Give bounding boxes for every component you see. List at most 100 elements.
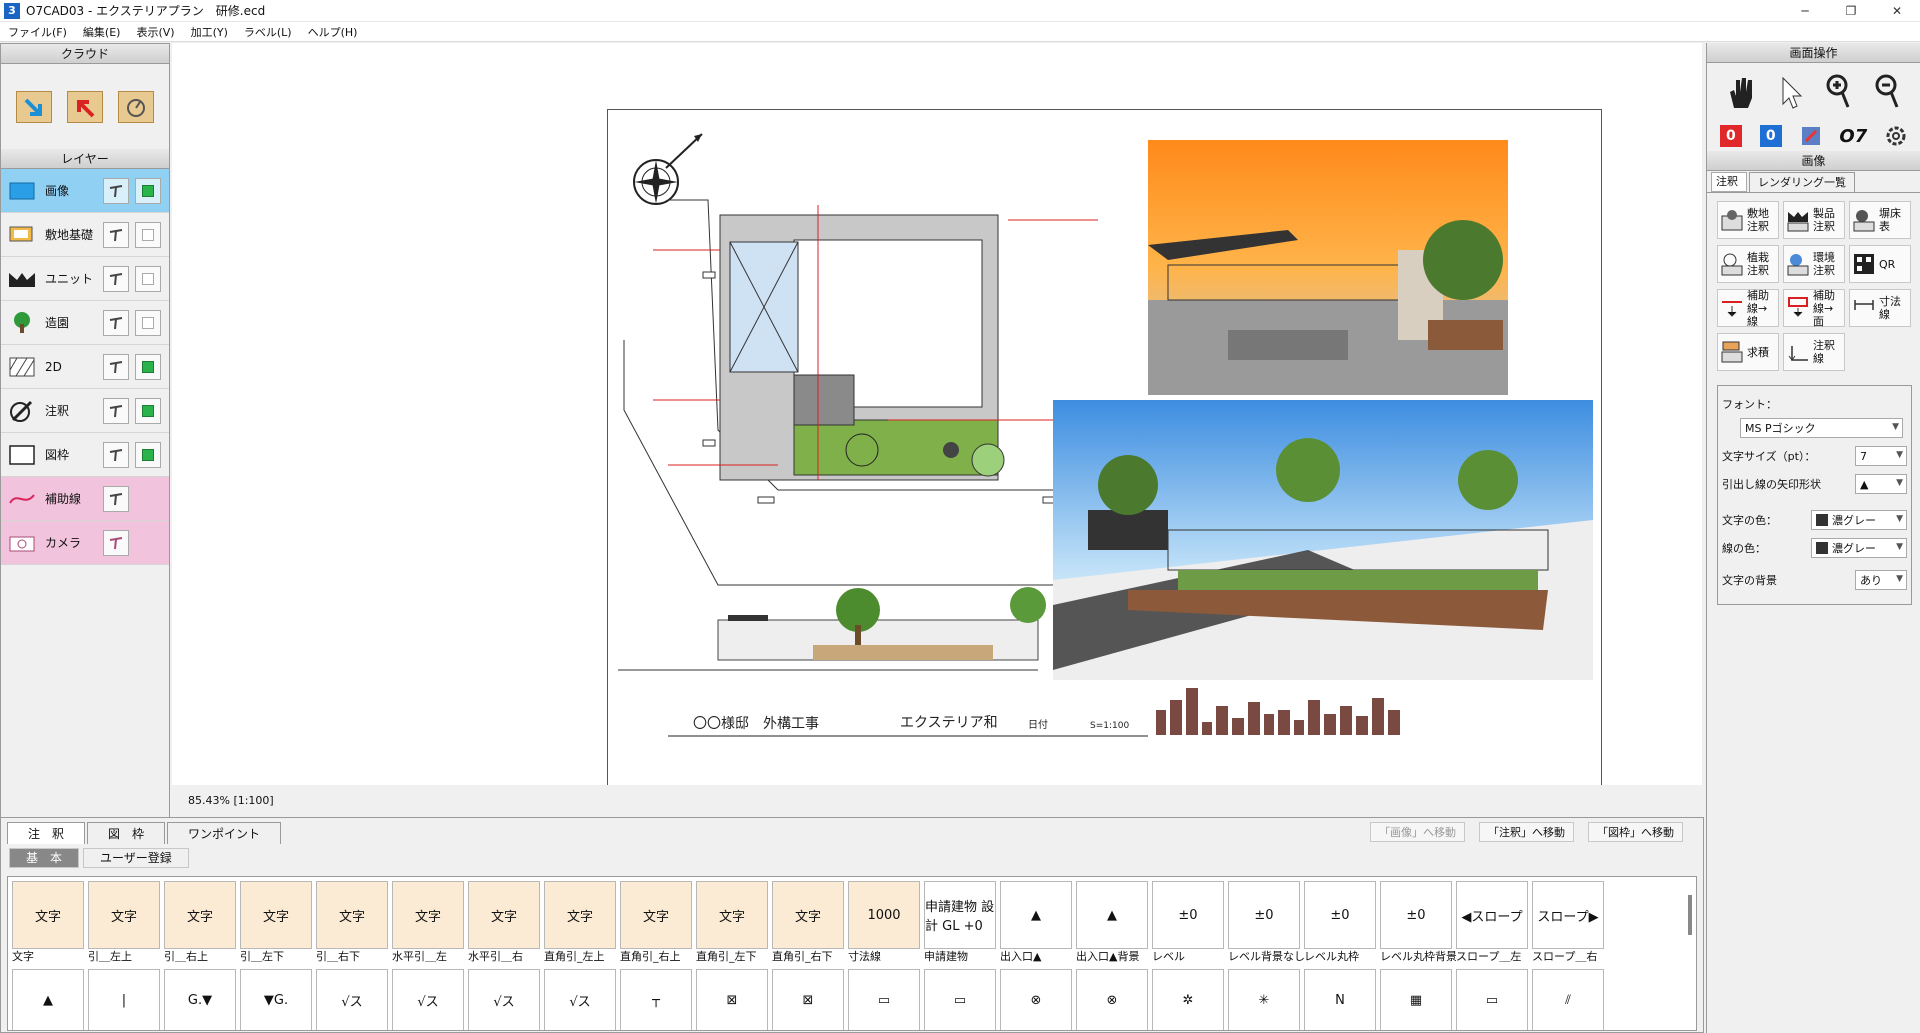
- symbol-item[interactable]: ✳: [1228, 969, 1304, 1030]
- area-calc-button[interactable]: 求積: [1717, 333, 1779, 371]
- symbol-item[interactable]: 文字 直角引_左上: [544, 881, 620, 965]
- qr-button[interactable]: QR: [1849, 245, 1911, 283]
- tab-frame[interactable]: 図 枠: [87, 822, 166, 844]
- move-to-image-button[interactable]: 「画像」へ移動: [1370, 822, 1465, 842]
- menu-view[interactable]: 表示(V): [128, 24, 182, 40]
- symbol-item[interactable]: 文字 直角引_左下: [696, 881, 772, 965]
- font-size-select[interactable]: 7 ▼: [1855, 446, 1907, 466]
- close-button[interactable]: ✕: [1874, 0, 1920, 22]
- environment-annotation-button[interactable]: 環境注釈: [1783, 245, 1845, 283]
- drawing-canvas[interactable]: 〇〇様邸 外構工事 エクステリア和 日付 S=1:100: [172, 43, 1702, 804]
- dimension-line-button[interactable]: 寸法線: [1849, 289, 1911, 327]
- text-bg-select[interactable]: あり ▼: [1855, 570, 1907, 590]
- blue-counter-badge[interactable]: 0: [1759, 125, 1782, 147]
- line-color-select[interactable]: 濃グレー ▼: [1811, 538, 1907, 558]
- layer-lock-button[interactable]: [103, 221, 129, 248]
- layer-guide-line[interactable]: 補助線: [1, 477, 169, 521]
- layer-visible-button[interactable]: [135, 221, 161, 248]
- symbol-item[interactable]: ±0 レベル: [1152, 881, 1228, 965]
- o7-logo[interactable]: O7: [1839, 126, 1867, 147]
- layer-lock-button[interactable]: [103, 309, 129, 336]
- symbol-item[interactable]: ▦: [1380, 969, 1456, 1030]
- settings-gear-icon[interactable]: [1885, 125, 1907, 147]
- plant-annotation-button[interactable]: 植栽注釈: [1717, 245, 1779, 283]
- symbol-item[interactable]: ⊗: [1000, 969, 1076, 1030]
- symbol-item[interactable]: ⊗: [1076, 969, 1152, 1030]
- hand-pan-icon[interactable]: [1726, 74, 1756, 110]
- symbol-item[interactable]: √ス: [544, 969, 620, 1030]
- layer-lock-button[interactable]: [103, 485, 129, 512]
- layer-visible-button[interactable]: [135, 177, 161, 204]
- arrow-shape-select[interactable]: ▲ ▼: [1855, 474, 1907, 494]
- scrollbar[interactable]: [1688, 895, 1692, 935]
- layer-site-foundation[interactable]: 敷地基礎: [1, 213, 169, 257]
- text-color-select[interactable]: 濃グレー ▼: [1811, 510, 1907, 530]
- symbol-item[interactable]: 文字 引＿右上: [164, 881, 240, 965]
- tab-rendering-list[interactable]: レンダリング一覧: [1749, 172, 1855, 192]
- symbol-item[interactable]: ▭: [1456, 969, 1532, 1030]
- cloud-download-button[interactable]: [16, 90, 53, 123]
- cloud-settings-button[interactable]: [117, 90, 154, 123]
- symbol-item[interactable]: ⊠: [696, 969, 772, 1030]
- symbol-item[interactable]: ◀スロープ スロープ＿左: [1456, 881, 1532, 965]
- minimize-button[interactable]: ─: [1782, 0, 1828, 22]
- symbol-item[interactable]: 文字 引＿左上: [88, 881, 164, 965]
- symbol-item[interactable]: 文字 引＿左下: [240, 881, 316, 965]
- symbol-item[interactable]: N: [1304, 969, 1380, 1030]
- layer-visible-button[interactable]: [135, 265, 161, 292]
- zoom-in-icon[interactable]: [1824, 73, 1852, 111]
- layer-lock-button[interactable]: [103, 177, 129, 204]
- move-to-frame-button[interactable]: 「図枠」へ移動: [1588, 822, 1683, 842]
- symbol-item[interactable]: 文字 水平引＿右: [468, 881, 544, 965]
- zoom-out-icon[interactable]: [1873, 73, 1901, 111]
- symbol-item[interactable]: ⊠: [772, 969, 848, 1030]
- symbol-item[interactable]: 文字 文字: [12, 881, 88, 965]
- symbol-item[interactable]: 文字 直角引_右下: [772, 881, 848, 965]
- symbol-item[interactable]: ┬: [620, 969, 696, 1030]
- layer-image[interactable]: 画像: [1, 169, 169, 213]
- site-annotation-button[interactable]: 敷地注釈: [1717, 201, 1779, 239]
- symbol-item[interactable]: G.▼: [164, 969, 240, 1030]
- symbol-item[interactable]: ✲: [1152, 969, 1228, 1030]
- move-to-annotation-button[interactable]: 「注釈」へ移動: [1479, 822, 1574, 842]
- product-annotation-button[interactable]: 製品注釈: [1783, 201, 1845, 239]
- subtab-basic[interactable]: 基 本: [9, 848, 80, 868]
- subtab-user-registered[interactable]: ユーザー登録: [83, 848, 189, 868]
- wall-floor-table-button[interactable]: 塀床表: [1849, 201, 1911, 239]
- symbol-item[interactable]: √ス: [316, 969, 392, 1030]
- layer-unit[interactable]: ユニット: [1, 257, 169, 301]
- symbol-item[interactable]: ±0 レベル丸枠背景: [1380, 881, 1456, 965]
- symbol-item[interactable]: ▲ 出入口▲背景: [1076, 881, 1152, 965]
- symbol-item[interactable]: 文字 引＿右下: [316, 881, 392, 965]
- menu-help[interactable]: ヘルプ(H): [300, 24, 366, 40]
- layer-annotation[interactable]: 注釈: [1, 389, 169, 433]
- guide-to-line-button[interactable]: 補助線→線: [1717, 289, 1779, 328]
- font-select[interactable]: MS Pゴシック ▼: [1740, 418, 1903, 438]
- symbol-item[interactable]: ▲ 出入口▲: [1000, 881, 1076, 965]
- symbol-item[interactable]: 文字 水平引＿左: [392, 881, 468, 965]
- tab-one-point[interactable]: ワンポイント: [167, 822, 282, 844]
- symbol-item[interactable]: ▭: [848, 969, 924, 1030]
- symbol-item[interactable]: ▲: [12, 969, 88, 1030]
- layer-camera[interactable]: カメラ: [1, 521, 169, 565]
- drawing-sheet[interactable]: 〇〇様邸 外構工事 エクステリア和 日付 S=1:100: [607, 109, 1602, 804]
- symbol-item[interactable]: 申請建物 設計 GL +0 申請建物: [924, 881, 1000, 965]
- symbol-item[interactable]: 1000 寸法線: [848, 881, 924, 965]
- layer-visible-button[interactable]: [135, 309, 161, 336]
- menu-process[interactable]: 加工(Y): [183, 24, 236, 40]
- menu-file[interactable]: ファイル(F): [0, 24, 75, 40]
- red-counter-badge[interactable]: 0: [1719, 125, 1742, 147]
- symbol-item[interactable]: ▼G.: [240, 969, 316, 1030]
- symbol-item[interactable]: ±0 レベル背景なし: [1228, 881, 1304, 965]
- layer-frame[interactable]: 図枠: [1, 433, 169, 477]
- symbol-item[interactable]: √ス: [392, 969, 468, 1030]
- symbol-item[interactable]: 文字 直角引_右上: [620, 881, 696, 965]
- menu-edit[interactable]: 編集(E): [75, 24, 129, 40]
- menu-label[interactable]: ラベル(L): [236, 24, 300, 40]
- layer-lock-button[interactable]: [103, 353, 129, 380]
- symbol-item[interactable]: ⫽: [1532, 969, 1608, 1030]
- layer-lock-button[interactable]: [103, 529, 129, 556]
- guide-to-face-button[interactable]: 補助線→面: [1783, 289, 1845, 328]
- layer-lock-button[interactable]: [103, 441, 129, 468]
- layer-landscape[interactable]: 造園: [1, 301, 169, 345]
